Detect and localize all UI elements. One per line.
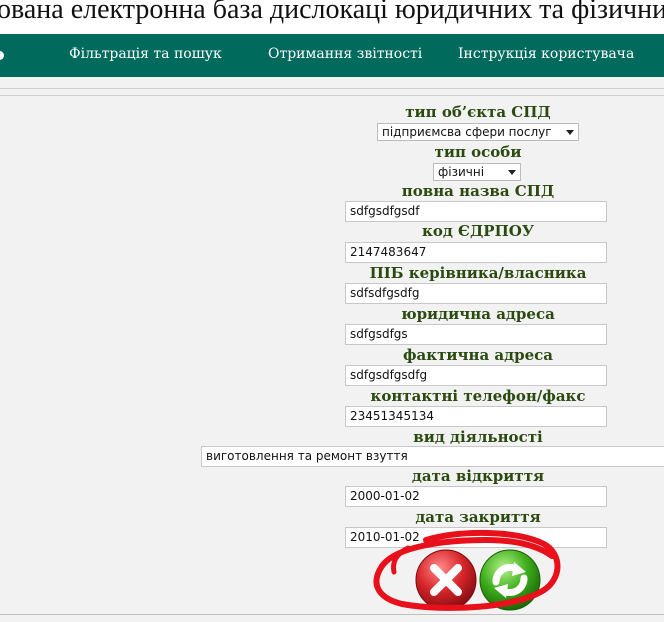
actual-address-label: фактична адреса bbox=[403, 346, 553, 364]
phone-input[interactable]: 23451345134 bbox=[345, 406, 607, 427]
edrpou-label: код ЄДРПОУ bbox=[421, 222, 534, 240]
divider bbox=[0, 614, 664, 615]
nav-item-reports[interactable]: Отримання звітності bbox=[268, 46, 422, 62]
legal-address-label: юридична адреса bbox=[401, 305, 555, 323]
person-type-select[interactable]: фізичні bbox=[433, 163, 521, 181]
close-date-label: дата закриття bbox=[415, 508, 541, 526]
person-type-label: тип особи bbox=[434, 143, 522, 161]
activity-input[interactable]: виготовлення та ремонт взуття bbox=[201, 446, 664, 467]
nav-item-filter-search[interactable]: Фільтрація та пошук bbox=[69, 46, 222, 62]
person-type-value: фізичні bbox=[438, 165, 485, 179]
chevron-down-icon bbox=[508, 170, 516, 175]
manager-input[interactable]: sdfsdfgsdfg bbox=[345, 283, 607, 304]
divider bbox=[0, 95, 664, 96]
page-title-bar: ована електронна база дислокаці юридични… bbox=[0, 0, 664, 34]
chevron-down-icon bbox=[566, 130, 574, 135]
manager-label: ПІБ керівника/власника bbox=[369, 264, 587, 282]
object-type-value: підприємсва сфери послуг bbox=[382, 125, 552, 139]
annotation-circle bbox=[373, 529, 561, 611]
activity-label: вид діяльності bbox=[413, 428, 543, 446]
object-type-select[interactable]: підприємсва сфери послуг bbox=[377, 123, 579, 141]
open-date-input[interactable]: 2000-01-02 bbox=[345, 486, 607, 507]
nav-bullet-icon bbox=[0, 51, 4, 60]
open-date-label: дата відкриття bbox=[411, 467, 545, 485]
nav-item-user-guide[interactable]: Інструкція користувача bbox=[458, 46, 634, 62]
full-name-label: повна назва СПД bbox=[401, 182, 555, 200]
phone-label: контактні телефон/факс bbox=[370, 387, 586, 405]
full-name-input[interactable]: sdfgsdfgsdf bbox=[345, 201, 607, 222]
actual-address-input[interactable]: sdfgsdfgsdfg bbox=[345, 365, 607, 386]
page-title: ована електронна база дислокаці юридични… bbox=[0, 0, 664, 25]
divider bbox=[0, 88, 664, 89]
edrpou-input[interactable]: 2147483647 bbox=[345, 242, 607, 263]
nav-bar: Фільтрація та пошук Отримання звітності … bbox=[0, 34, 664, 77]
legal-address-input[interactable]: sdfgsdfgs bbox=[345, 324, 607, 345]
object-type-label: тип об’єкта СПД bbox=[405, 103, 551, 121]
